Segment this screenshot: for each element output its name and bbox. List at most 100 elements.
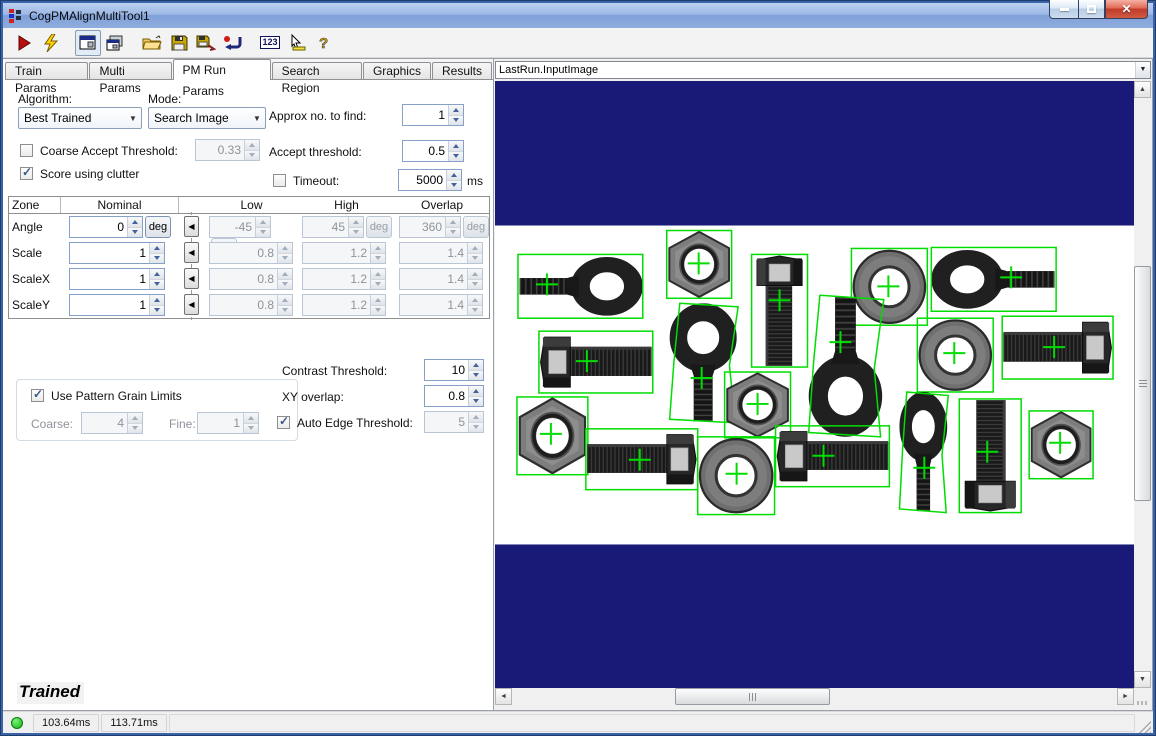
spin-up-icon[interactable]	[468, 295, 482, 306]
spin-up-icon[interactable]	[244, 413, 258, 424]
grain-limits-checkbox[interactable]	[31, 389, 44, 402]
spin-down-icon[interactable]	[469, 423, 483, 433]
reset-button[interactable]	[220, 30, 246, 56]
contrast-spinner[interactable]: 10	[424, 359, 484, 381]
spin-down-icon[interactable]	[150, 254, 164, 264]
spin-down-icon[interactable]	[278, 280, 292, 290]
spin-up-icon[interactable]	[469, 386, 483, 397]
tab-results[interactable]: Results	[432, 62, 492, 79]
spin-up-icon[interactable]	[128, 413, 142, 424]
spinner-buttons[interactable]	[468, 386, 483, 406]
spin-up-icon[interactable]	[447, 170, 461, 181]
scroll-right-icon[interactable]: ►	[1117, 688, 1134, 705]
copy-left-button[interactable]: ◀	[184, 294, 199, 315]
image-viewport[interactable]	[495, 81, 1134, 688]
spinner-buttons[interactable]	[255, 217, 270, 237]
vertical-scroll-thumb[interactable]	[1134, 266, 1151, 501]
timeout-spinner[interactable]: 5000	[398, 169, 462, 191]
coarse-accept-checkbox[interactable]	[20, 144, 33, 157]
deg-unit-button[interactable]: deg	[145, 216, 171, 238]
spin-up-icon[interactable]	[150, 295, 164, 306]
spin-down-icon[interactable]	[245, 151, 259, 161]
spin-up-icon[interactable]	[371, 243, 385, 254]
accept-threshold-spinner[interactable]: 0.5	[402, 140, 464, 162]
run-button[interactable]	[11, 30, 37, 56]
spin-down-icon[interactable]	[128, 424, 142, 434]
show-image-display-button[interactable]	[75, 30, 101, 56]
window-resize-grip[interactable]	[1139, 721, 1151, 733]
spin-up-icon[interactable]	[446, 217, 460, 228]
float-image-display-button[interactable]	[102, 30, 128, 56]
close-button[interactable]: ✕	[1105, 0, 1148, 19]
spin-up-icon[interactable]	[449, 105, 463, 116]
auto-edge-checkbox[interactable]	[277, 416, 290, 429]
display-values-button[interactable]: 123	[257, 30, 283, 56]
spin-down-icon[interactable]	[371, 280, 385, 290]
spinner-buttons[interactable]	[277, 269, 292, 289]
spinner-buttons[interactable]	[448, 105, 463, 125]
tab-pm-run-params[interactable]: PM Run Params	[173, 59, 271, 80]
spin-down-icon[interactable]	[244, 424, 258, 434]
pointer-measure-button[interactable]	[284, 30, 310, 56]
scroll-down-icon[interactable]: ▼	[1134, 671, 1151, 688]
electric-run-button[interactable]	[38, 30, 64, 56]
timeout-checkbox[interactable]	[273, 174, 286, 187]
zone-spinner[interactable]: 1	[69, 268, 165, 290]
spin-up-icon[interactable]	[128, 217, 142, 228]
spinner-buttons[interactable]	[277, 243, 292, 263]
spinner-buttons[interactable]	[149, 269, 164, 289]
horizontal-scrollbar[interactable]: ◄ ►	[495, 688, 1134, 705]
tab-train-params[interactable]: Train Params	[5, 62, 88, 79]
spin-down-icon[interactable]	[449, 116, 463, 126]
vertical-scrollbar[interactable]: ▲ ▼	[1134, 81, 1151, 688]
spin-down-icon[interactable]	[371, 254, 385, 264]
spinner-buttons[interactable]	[244, 140, 259, 160]
spin-down-icon[interactable]	[150, 280, 164, 290]
zone-spinner[interactable]: 0	[69, 216, 143, 238]
copy-left-button[interactable]: ◀	[184, 216, 199, 237]
spin-up-icon[interactable]	[278, 295, 292, 306]
spin-down-icon[interactable]	[468, 306, 482, 316]
minimize-button[interactable]	[1049, 0, 1078, 19]
spin-down-icon[interactable]	[469, 371, 483, 381]
spin-up-icon[interactable]	[371, 269, 385, 280]
mode-select[interactable]: Search Image▼	[148, 107, 266, 129]
spin-down-icon[interactable]	[150, 306, 164, 316]
spinner-buttons[interactable]	[149, 243, 164, 263]
scroll-up-icon[interactable]: ▲	[1134, 81, 1151, 98]
spin-up-icon[interactable]	[278, 243, 292, 254]
scroll-left-icon[interactable]: ◄	[495, 688, 512, 705]
spin-down-icon[interactable]	[449, 152, 463, 162]
spin-up-icon[interactable]	[449, 141, 463, 152]
algorithm-select[interactable]: Best Trained▼	[18, 107, 142, 129]
copy-left-button[interactable]: ◀	[184, 268, 199, 289]
spin-down-icon[interactable]	[468, 280, 482, 290]
zone-spinner[interactable]: 1	[69, 242, 165, 264]
spin-up-icon[interactable]	[349, 217, 363, 228]
spinner-buttons[interactable]	[277, 295, 292, 315]
maximize-button[interactable]	[1078, 0, 1105, 19]
spin-down-icon[interactable]	[371, 306, 385, 316]
spin-down-icon[interactable]	[128, 228, 142, 238]
open-file-button[interactable]	[139, 30, 165, 56]
spin-up-icon[interactable]	[150, 269, 164, 280]
xy-overlap-spinner[interactable]: 0.8	[424, 385, 484, 407]
spin-down-icon[interactable]	[278, 254, 292, 264]
spinner-buttons[interactable]	[370, 269, 385, 289]
approx-spinner[interactable]: 1	[402, 104, 464, 126]
spin-up-icon[interactable]	[256, 217, 270, 228]
spin-up-icon[interactable]	[469, 412, 483, 423]
spinner-buttons[interactable]	[127, 217, 142, 237]
spin-down-icon[interactable]	[256, 228, 270, 238]
spinner-buttons[interactable]	[127, 413, 142, 433]
spin-down-icon[interactable]	[446, 228, 460, 238]
spin-down-icon[interactable]	[469, 397, 483, 407]
spinner-buttons[interactable]	[149, 295, 164, 315]
spin-down-icon[interactable]	[278, 306, 292, 316]
spinner-buttons[interactable]	[467, 243, 482, 263]
spinner-buttons[interactable]	[468, 412, 483, 432]
spinner-buttons[interactable]	[448, 141, 463, 161]
spin-up-icon[interactable]	[245, 140, 259, 151]
spin-up-icon[interactable]	[278, 269, 292, 280]
help-button[interactable]: ?	[311, 30, 337, 56]
